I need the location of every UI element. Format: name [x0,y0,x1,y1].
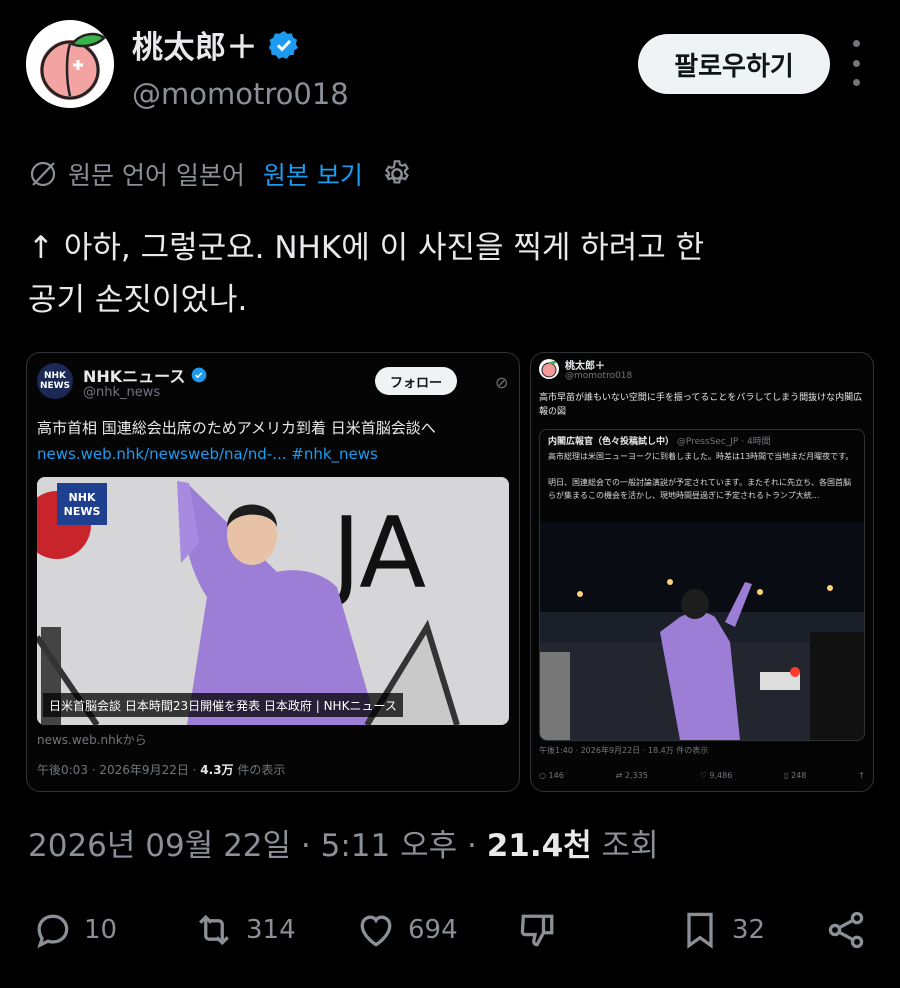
attached-image-1[interactable]: NHK NEWS NHKニュース @nhk_news フォロー ⊘ 高市首相 国… [26,352,520,792]
more-options-icon[interactable] [842,40,870,86]
embed1-source: news.web.nhkから [37,733,147,747]
author-name[interactable]: 桃太郎＋ [132,22,258,67]
dislike-button[interactable] [516,904,560,956]
embed2-reply-count: ○ 146 [539,771,564,780]
embed1-title: 高市首相 国連総会出席のためアメリカ到着 日米首脳会談へ [37,419,436,437]
embed1-name-text: NHKニュース [83,367,186,386]
embed1-meta-time: 午後0:03 · 2026年9月22日 · [37,763,201,777]
embed1-author-name: NHKニュース [83,363,207,387]
translate-off-icon [30,161,56,187]
plane-livery-letters: JA [326,497,426,611]
bookmark-icon [687,912,713,949]
embed1-link: news.web.nhk/newsweb/na/nd-... #nhk_news [37,445,378,463]
embed2-quote-author: 内閣広報官（色々投稿試し中） @PressSec_JP · 4時間 [548,434,771,447]
embed2-bookmark-count: ▯ 248 [784,771,807,780]
verified-badge-icon [268,30,298,59]
embed2-quote-text: 高市総理は米国ニューヨークに到着しました。時差は13時間で当地まだ月曜夜です。 … [548,452,854,500]
post-timestamp: 2026년 09월 22일 · 5:11 오후 · 21.4천 조회 [28,820,659,865]
attached-image-2[interactable]: 桃太郎＋ @momotro018 高市早苗が誰もいない空間に手を振ってることをバ… [530,352,874,792]
author-handle[interactable]: @momotro018 [132,77,349,111]
reply-button[interactable]: 10 [30,904,117,956]
embed2-quote-handle: @PressSec_JP · 4時間 [676,437,771,447]
share-icon [828,911,864,949]
show-original-link[interactable]: 원본 보기 [263,156,363,192]
svg-text:NHK: NHK [69,491,96,504]
like-button[interactable]: 694 [354,904,458,956]
embed2-stat-reposts: 2,335 [624,771,648,780]
follow-button[interactable]: 팔로우하기 [638,34,830,94]
view-count: 21.4천 [486,828,592,864]
author-name-row[interactable]: 桃太郎＋ [132,22,300,67]
repost-button[interactable]: 314 [192,904,296,956]
embed2-quote-name: 内閣広報官（色々投稿試し中） [548,437,675,447]
embed2-handle: @momotro018 [565,371,633,381]
post-date: 2026년 09월 22일 · 5:11 오후 · [28,828,487,864]
embed2-meta: 午後1:40 · 2026年9月22日 · 18.4万 件の表示 [539,746,709,755]
embed1-photo-caption: 日米首脳会談 日本時間23日開催を発表 日本政府 | NHKニュース [43,693,403,717]
gear-icon[interactable] [381,158,413,190]
share-button[interactable] [824,904,868,956]
tweet-text: ↑ 아하, 그렇군요. NHK에 이 사진을 찍게 하려고 한 공기 손짓이었나… [28,230,705,318]
like-count: 694 [408,915,458,945]
embed1-meta-suffix: 件の表示 [233,763,286,777]
peach-avatar-icon [26,20,114,108]
embed2-text: 高市早苗が誰もいない空間に手を振ってることをバラしてしまう間抜けな内閣広報の図 [539,393,863,417]
thumbs-down-icon [520,914,554,947]
embed2-action-bar: ○ 146 ⇄ 2,335 ♡ 9,486 ▯ 248 ↑ [539,771,865,780]
embed2-repost-count: ⇄ 2,335 [615,771,648,780]
nhk-news-badge-text: NEWS [64,505,101,518]
translation-row: 원문 언어 일본어 원본 보기 [28,154,413,194]
embed2-share-icon: ↑ [858,771,865,780]
embed2-photo [540,522,864,740]
embed1-grok-icon: ⊘ [495,373,509,392]
waving-person-photo: NEWS NHK JA [37,477,509,725]
heart-icon [360,915,392,947]
embed1-photo: NEWS NHK JA [37,477,509,725]
repost-icon [199,914,229,946]
embed2-stat-bookmarks: 248 [791,771,807,780]
nhk-logo: NHK NEWS [37,363,73,399]
reply-count: 10 [84,915,118,945]
bookmark-count: 32 [732,915,766,945]
embed2-stat-likes: 9,486 [709,771,733,780]
embed1-handle: @nhk_news [83,385,161,400]
embed1-meta: 午後0:03 · 2026年9月22日 · 4.3万 件の表示 [37,761,285,778]
verified-badge-icon [192,367,207,383]
translation-label: 원문 언어 일본어 [68,161,245,190]
view-label: 조회 [591,828,659,864]
bookmark-button[interactable]: 32 [678,904,765,956]
action-bar: 10 314 694 32 [30,904,875,956]
embed1-meta-views: 4.3万 [200,763,234,777]
night-airport-photo [540,522,864,740]
embed2-avatar [539,359,559,379]
embed2-name: 桃太郎＋ [565,361,605,372]
embed2-like-count: ♡ 9,486 [699,771,733,780]
embed2-quoted-post: 内閣広報官（色々投稿試し中） @PressSec_JP · 4時間 高市総理は米… [539,429,865,741]
avatar[interactable] [26,20,114,108]
embed1-follow-button: フォロー [375,367,457,395]
peach-avatar-icon [541,361,557,378]
embed2-stat-replies: 146 [548,771,564,780]
reply-icon [37,914,69,949]
repost-count: 314 [246,915,296,945]
